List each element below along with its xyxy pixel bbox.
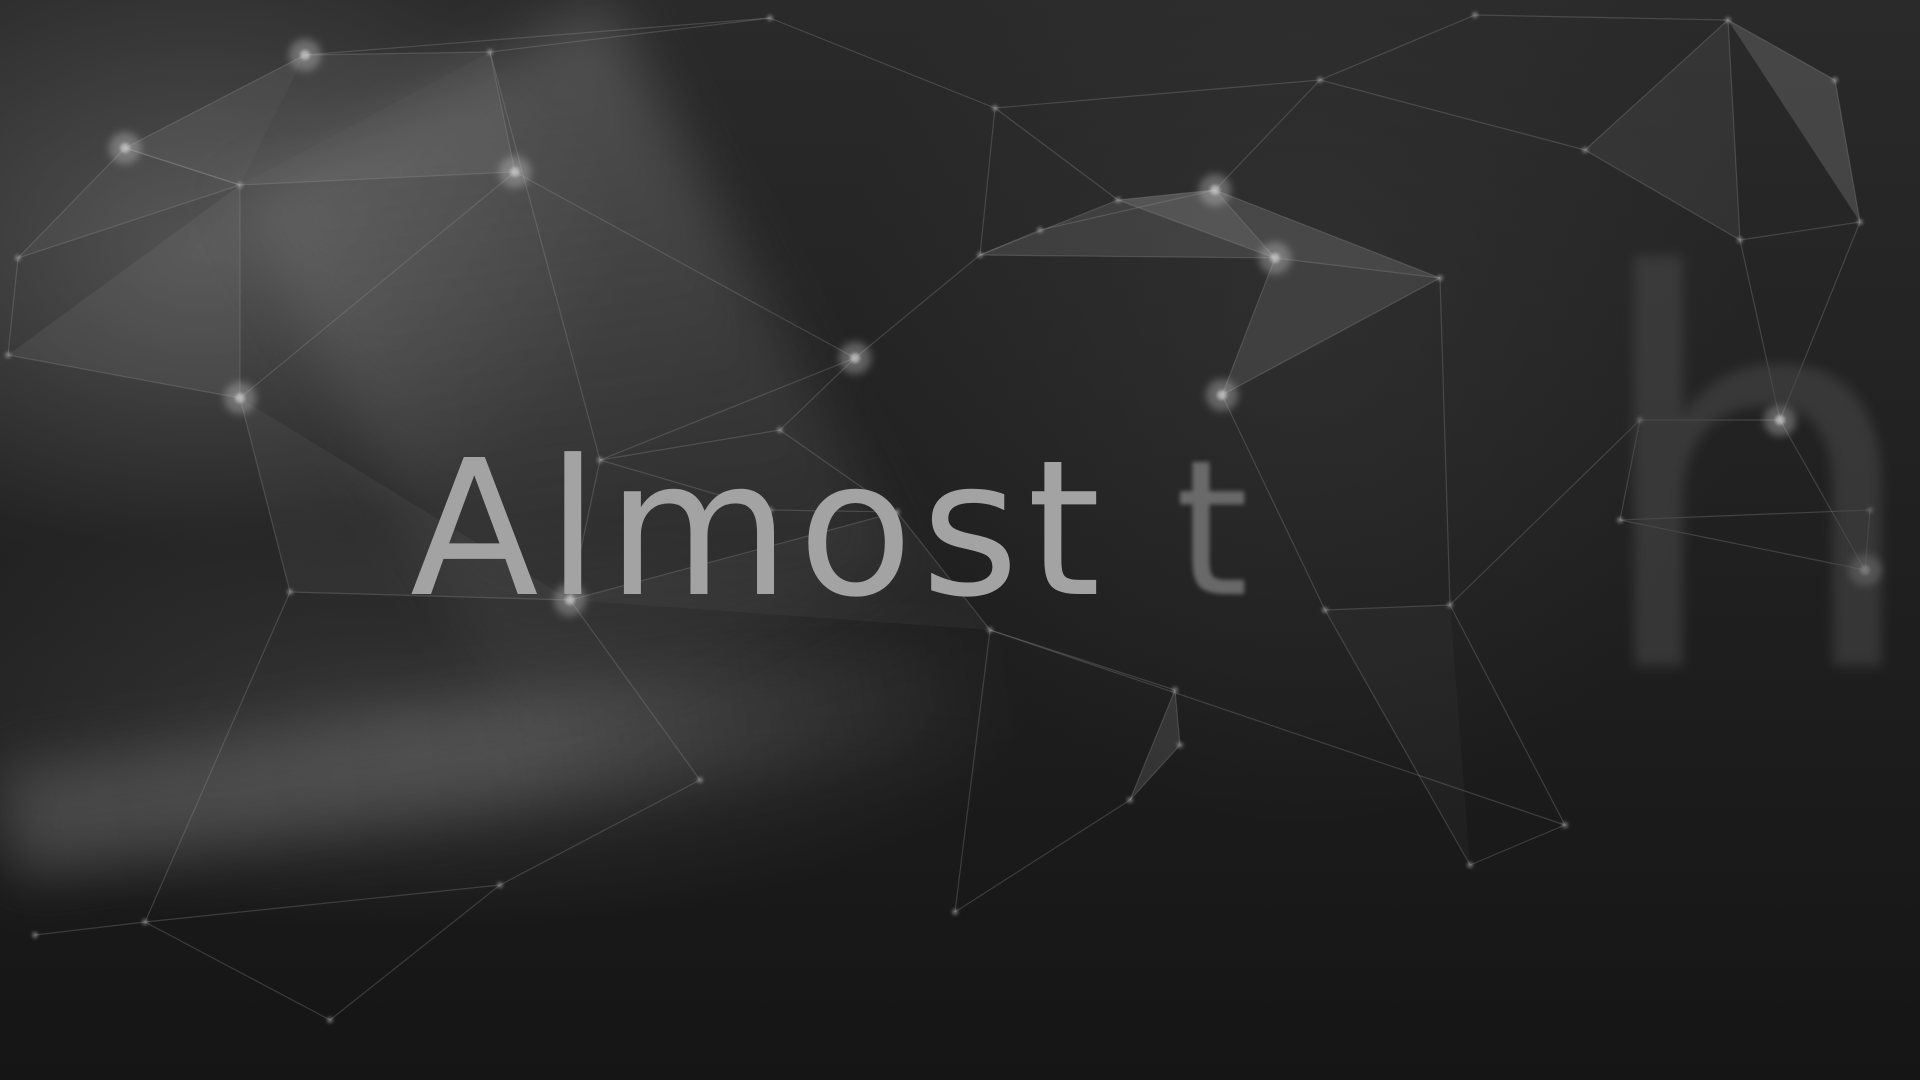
network-node [1177, 742, 1183, 748]
network-line [994, 107, 1119, 201]
network-node [235, 393, 245, 403]
network-line [7, 257, 19, 356]
network-facet [1222, 258, 1440, 395]
network-node [287, 589, 293, 595]
network-node [1210, 185, 1220, 195]
network-line [329, 884, 501, 1021]
headline-word: Almost [410, 420, 1109, 639]
network-node [1217, 390, 1227, 400]
network-node [300, 50, 310, 60]
network-node [1437, 275, 1443, 281]
network-node [1127, 797, 1133, 803]
title-screen: Almost t h [0, 0, 1920, 1080]
network-node [1582, 147, 1588, 153]
network-node [237, 182, 243, 188]
network-node [1832, 77, 1838, 83]
network-line [1319, 14, 1476, 81]
network-node [120, 143, 130, 153]
network-line [1474, 14, 1729, 21]
network-line [144, 591, 291, 923]
network-node [1447, 602, 1453, 608]
network-line [239, 171, 516, 399]
network-node [1115, 197, 1121, 203]
network-line [144, 921, 331, 1021]
network-node [15, 255, 21, 261]
network-node [497, 882, 503, 888]
network-line [954, 629, 991, 913]
network-line [854, 254, 981, 359]
network-node [1317, 77, 1323, 83]
network-node [1270, 253, 1280, 263]
network-line [514, 171, 856, 359]
network-node [510, 167, 520, 177]
network-node [142, 919, 148, 925]
network-node [5, 352, 11, 358]
network-line [1439, 277, 1451, 606]
network-node [992, 105, 998, 111]
network-node [1472, 12, 1478, 18]
network-line [1214, 79, 1321, 191]
network-line [499, 779, 701, 886]
network-line [34, 921, 146, 936]
network-line [994, 79, 1321, 109]
network-line [489, 17, 771, 53]
network-line [144, 884, 501, 923]
network-node [952, 909, 958, 915]
network-node [977, 252, 983, 258]
network-node [1322, 607, 1328, 613]
network-node [1037, 227, 1043, 233]
network-line [489, 51, 601, 461]
network-node [32, 932, 38, 938]
network-line [979, 107, 996, 256]
network-node [697, 777, 703, 783]
network-line [304, 17, 771, 56]
network-node [1562, 822, 1568, 828]
network-facet [1130, 690, 1180, 800]
network-node [1467, 862, 1473, 868]
headline-trailing-letter-large: h [1585, 166, 1920, 794]
network-node [327, 1017, 333, 1023]
network-node [1172, 687, 1178, 693]
headline-trailing-letter: t [1175, 420, 1249, 639]
network-node [767, 15, 773, 21]
network-line [769, 17, 996, 109]
network-line [954, 799, 1131, 913]
network-node [850, 353, 860, 363]
network-line [1469, 824, 1566, 866]
network-node [487, 49, 493, 55]
network-node [1725, 17, 1731, 23]
network-line [1319, 79, 1586, 151]
